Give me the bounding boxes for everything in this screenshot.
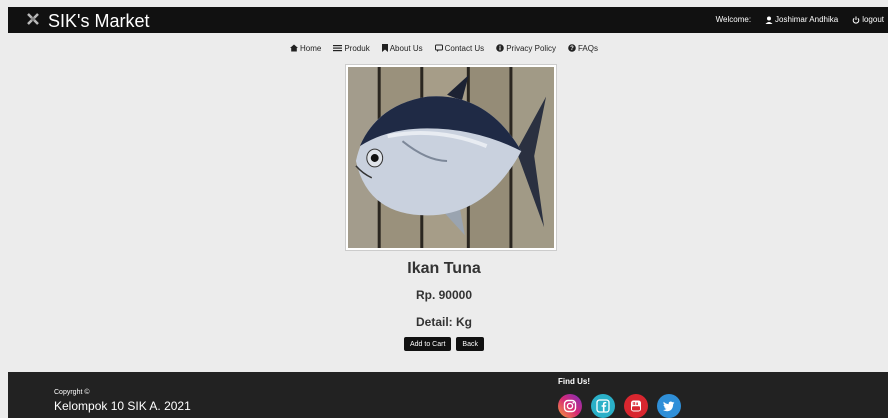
brand-title: SIK's Market xyxy=(48,11,150,31)
user-link[interactable]: Joshimar Andhika xyxy=(765,15,838,24)
nav-home-label: Home xyxy=(300,43,322,53)
user-name: Joshimar Andhika xyxy=(775,15,839,24)
nav-produk[interactable]: Produk xyxy=(333,42,370,54)
svg-text:?: ? xyxy=(570,46,574,52)
find-us-heading: Find Us! xyxy=(558,377,590,386)
logout-link[interactable]: logout xyxy=(852,15,884,24)
question-icon: ? xyxy=(568,44,576,52)
info-icon xyxy=(496,44,504,52)
product-name: Ikan Tuna xyxy=(407,260,481,277)
add-to-cart-button[interactable]: Add to Cart xyxy=(404,337,452,351)
list-icon xyxy=(333,45,343,52)
welcome-area: Welcome: Joshimar Andhika logout xyxy=(716,15,884,24)
logout-label: logout xyxy=(862,15,884,24)
brand-logo-icon xyxy=(26,12,40,31)
nav-privacy-policy[interactable]: Privacy Policy xyxy=(496,42,556,54)
nav-about-us[interactable]: About Us xyxy=(381,42,423,54)
main-nav: Home Produk About Us Contact Us Privacy … xyxy=(0,42,888,54)
twitter-icon[interactable] xyxy=(657,394,681,418)
product-price: Rp. 90000 xyxy=(415,288,473,302)
nav-about-us-label: About Us xyxy=(389,43,423,53)
product-detail: Detail: Kg xyxy=(415,315,472,329)
power-icon xyxy=(852,16,860,24)
user-icon xyxy=(765,16,773,24)
nav-contact-us[interactable]: Contact Us xyxy=(434,42,485,54)
nav-privacy-policy-label: Privacy Policy xyxy=(506,43,556,53)
social-links xyxy=(558,394,681,418)
back-button[interactable]: Back xyxy=(456,337,484,351)
facebook-icon[interactable] xyxy=(591,394,615,418)
nav-faqs-label: FAQs xyxy=(577,43,598,53)
youtube-icon[interactable] xyxy=(624,394,648,418)
top-navbar: SIK's Market Welcome: Joshimar Andhika l… xyxy=(8,7,888,33)
home-icon xyxy=(290,44,298,52)
brand[interactable]: SIK's Market xyxy=(26,11,149,32)
nav-contact-us-label: Contact Us xyxy=(444,43,485,53)
copyright-label: Copyrght © xyxy=(54,389,90,396)
nav-produk-label: Produk xyxy=(344,43,370,53)
bookmark-icon xyxy=(381,44,388,52)
footer: Copyrght © Kelompok 10 SIK A. 2021 Find … xyxy=(8,372,888,418)
instagram-icon[interactable] xyxy=(558,394,582,418)
copyright-text: Kelompok 10 SIK A. 2021 xyxy=(54,399,191,413)
product-image xyxy=(345,64,557,251)
tuna-fish-image xyxy=(348,67,554,248)
nav-home[interactable]: Home xyxy=(290,42,321,54)
comment-icon xyxy=(434,44,443,52)
product-actions: Add to Cart Back xyxy=(0,337,888,351)
welcome-label: Welcome: xyxy=(715,15,752,24)
nav-faqs[interactable]: ? FAQs xyxy=(568,42,598,54)
